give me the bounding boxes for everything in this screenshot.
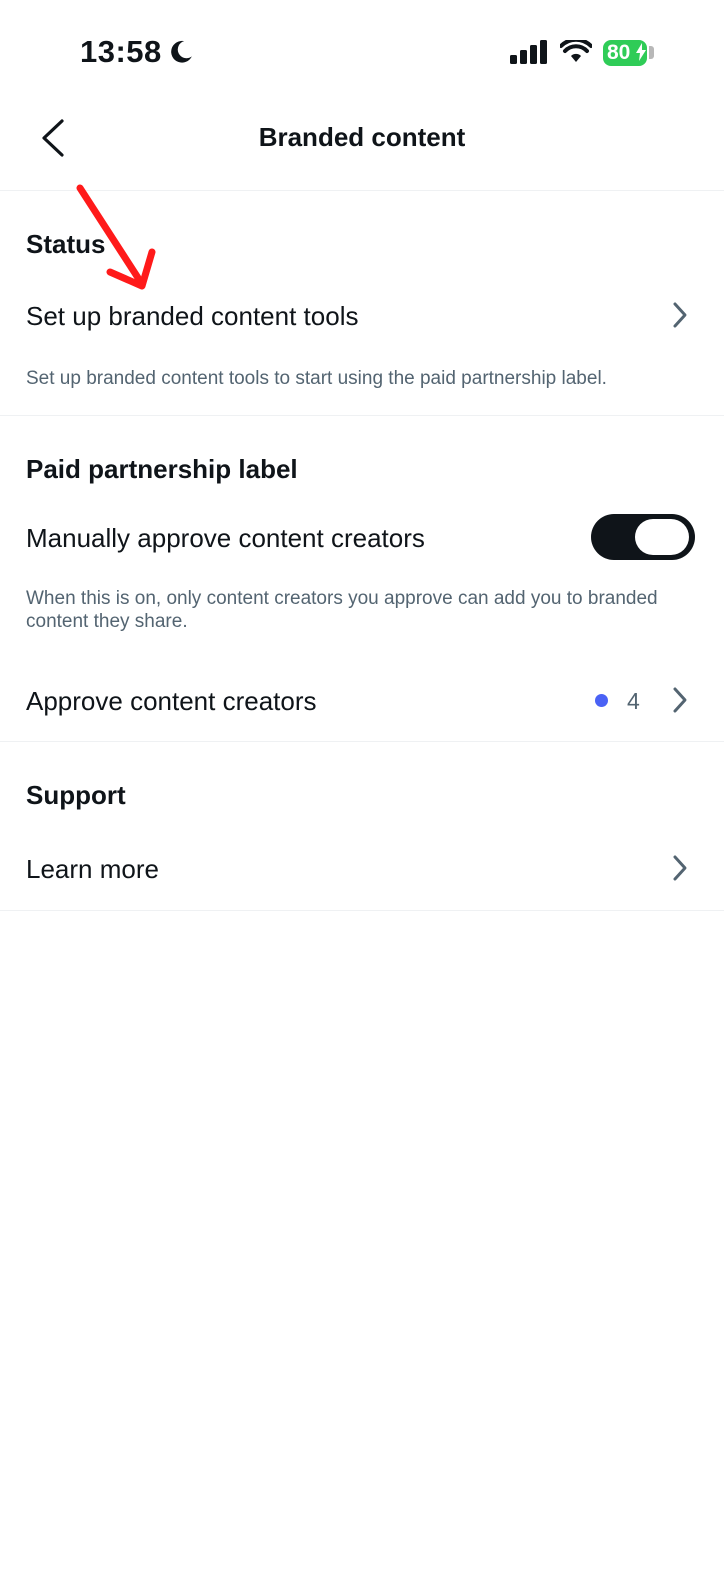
setup-branded-tools-label: Set up branded content tools [26, 301, 359, 331]
learn-more-row[interactable]: Learn more [0, 834, 724, 904]
paid-partnership-section: Paid partnership label Manually approve … [0, 416, 724, 742]
approve-creators-row[interactable]: Approve content creators 4 [0, 666, 724, 736]
manual-approve-label: Manually approve content creators [26, 523, 425, 553]
chevron-right-icon [673, 687, 687, 713]
battery-cap [649, 46, 654, 59]
annotation-arrow [76, 184, 156, 290]
learn-more-label: Learn more [26, 854, 159, 884]
manual-approve-description: When this is on, only content creators y… [26, 588, 658, 632]
page-title: Branded content [258, 122, 466, 152]
status-time: 13:58 [80, 34, 194, 70]
approve-creators-label: Approve content creators [26, 686, 317, 716]
chevron-right-icon [673, 302, 687, 328]
toggle-knob [635, 519, 689, 555]
moon-icon [170, 40, 192, 63]
nav-header: Branded content [0, 100, 724, 191]
support-section: Support Learn more [0, 742, 724, 911]
charging-bolt-icon [636, 43, 647, 61]
time-text: 13:58 [80, 34, 162, 69]
manual-approve-toggle[interactable] [591, 514, 695, 560]
signal-icon [510, 40, 547, 64]
status-description: Set up branded content tools to start us… [26, 368, 607, 389]
battery-level: 80 [607, 41, 631, 64]
wifi-icon [560, 40, 592, 62]
notification-dot [595, 694, 608, 707]
paid-partnership-heading: Paid partnership label [26, 454, 298, 484]
status-bar: 13:58 80 [0, 0, 724, 100]
support-heading: Support [26, 780, 126, 810]
approve-creators-count: 4 [627, 688, 640, 714]
chevron-right-icon [673, 855, 687, 881]
battery-indicator: 80 [603, 40, 647, 66]
